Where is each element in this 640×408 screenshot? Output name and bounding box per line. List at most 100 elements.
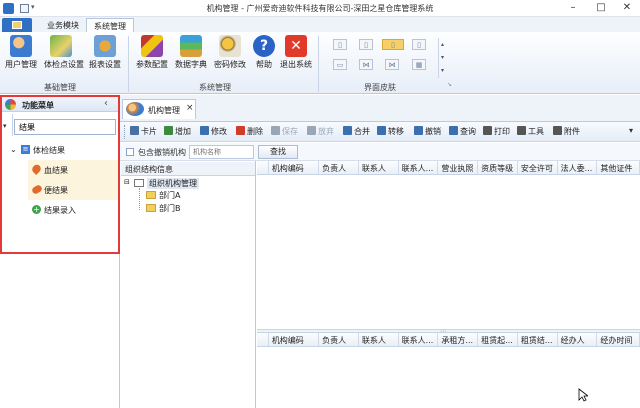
column-header[interactable]: 安全许可: [518, 161, 558, 174]
include-cancelled-label: 包含撤销机构: [138, 148, 186, 157]
tab-label: 机构管理: [148, 106, 180, 115]
skin-gallery: ▯ ▯ ▯ ▯ ▭ ⋈ ⋈ ▦: [325, 37, 435, 79]
column-header[interactable]: 经办时间: [597, 333, 640, 346]
toolbar-merge-button[interactable]: 合并: [343, 126, 370, 138]
mouse-cursor-icon: [578, 388, 588, 402]
tree-collapse-icon[interactable]: ⊟: [124, 178, 130, 186]
help-button[interactable]: ? 帮助: [247, 35, 281, 70]
column-header[interactable]: 其他证件: [597, 161, 640, 174]
skin-office-icon[interactable]: ▯: [359, 39, 373, 50]
tab-business-module[interactable]: 业务模块: [40, 18, 86, 32]
grid-header: 机构编码 负责人 联系人 联系人... 营业执照 资质等级 安全许可 法人委... 其他证件: [257, 161, 640, 175]
user-management-button[interactable]: 用户管理: [4, 35, 38, 70]
skin-vs-icon[interactable]: ⋈: [385, 59, 399, 70]
toolbar-transfer-button[interactable]: 转移: [377, 126, 404, 138]
skin-office-icon[interactable]: ▯: [333, 39, 347, 50]
column-header[interactable]: 机构编码: [269, 161, 320, 174]
toolbar-print-button[interactable]: 打印: [483, 126, 510, 138]
document-tab-strip: [120, 95, 640, 122]
toolbar-tools-button[interactable]: 工具: [517, 126, 544, 138]
column-header[interactable]: 负责人: [319, 161, 359, 174]
add-icon: [164, 126, 173, 135]
column-header[interactable]: 租赁结...: [518, 333, 558, 346]
map-icon: [50, 35, 72, 57]
column-header[interactable]: 联系人: [359, 161, 399, 174]
toolbar-label: 增加: [175, 127, 191, 136]
search-button[interactable]: 查找: [258, 145, 298, 159]
org-name-input[interactable]: [189, 145, 254, 159]
print-icon: [483, 126, 492, 135]
tree-line: [139, 188, 140, 210]
column-header[interactable]: 联系人: [359, 333, 399, 346]
highlight-annotation-box: [0, 95, 120, 254]
column-header[interactable]: 联系人...: [399, 161, 439, 174]
button-label: 参数配置: [136, 60, 168, 69]
toolbar-add-button[interactable]: 增加: [164, 126, 191, 138]
toolbar-edit-button[interactable]: 修改: [200, 126, 227, 138]
row-indicator-header: [257, 333, 269, 346]
quick-access-icon[interactable]: [20, 4, 29, 13]
button-label: 数据字典: [175, 60, 207, 69]
column-header[interactable]: 经办人: [558, 333, 598, 346]
window-title: 机构管理 - 广州爱奇迪软件科技有限公司-深田之星仓库管理系统: [206, 4, 434, 13]
column-header[interactable]: 营业执照: [438, 161, 479, 174]
toolbar-label: 附件: [564, 127, 580, 136]
report-settings-button[interactable]: 报表设置: [88, 35, 122, 70]
checkpoint-settings-button[interactable]: 体检点设置: [44, 35, 84, 70]
group-separator: [318, 36, 319, 92]
toolbar-delete-button[interactable]: 删除: [236, 126, 263, 138]
column-header[interactable]: 负责人: [319, 333, 359, 346]
books-icon: [180, 35, 202, 57]
column-header[interactable]: 法人委...: [558, 161, 598, 174]
parameter-config-button[interactable]: 参数配置: [135, 35, 169, 70]
close-button[interactable]: ✕: [614, 1, 640, 15]
skin-visual-icon[interactable]: ▭: [333, 59, 347, 70]
include-cancelled-checkbox[interactable]: [126, 148, 134, 156]
close-tab-icon[interactable]: ×: [186, 103, 194, 113]
button-label: 用户管理: [5, 60, 37, 69]
column-header[interactable]: 资质等级: [478, 161, 518, 174]
tools-icon: [517, 126, 526, 135]
column-header[interactable]: 联系人...: [399, 333, 439, 346]
quick-access-dropdown-icon[interactable]: ▾: [31, 3, 35, 11]
maximize-button[interactable]: □: [588, 1, 614, 15]
toolbar-overflow-icon[interactable]: ▾: [629, 126, 633, 135]
exit-system-button[interactable]: ✕ 退出系统: [279, 35, 313, 70]
group-launcher-icon[interactable]: ↘: [447, 81, 455, 88]
app-icon: [12, 21, 22, 29]
toolbar-save-button[interactable]: 保存: [271, 126, 298, 138]
minimize-button[interactable]: –: [560, 1, 586, 15]
key-icon: [219, 35, 241, 57]
tab-system-management[interactable]: 系统管理: [86, 18, 134, 32]
column-header[interactable]: 机构编码: [269, 333, 320, 346]
skin-vs-icon[interactable]: ⋈: [359, 59, 373, 70]
toolbar-revoke-button[interactable]: 撤销: [414, 126, 441, 138]
folder-icon: [146, 191, 156, 199]
org-grid[interactable]: 机构编码 负责人 联系人 联系人... 营业执照 资质等级 安全许可 法人委... 其他证件: [257, 161, 640, 329]
skin-gallery-scroll[interactable]: ▴ ▾ ▾: [438, 38, 446, 78]
toolbar-attachment-button[interactable]: 附件: [553, 126, 580, 138]
app-menu-icon[interactable]: [3, 3, 14, 14]
toolbar-cancel-button[interactable]: 放弃: [307, 126, 334, 138]
grid-header: 机构编码 负责人 联系人 联系人... 承租方... 租赁起... 租赁结... 经办人 经办时…: [257, 333, 640, 347]
toolbar-query-button[interactable]: 查询: [449, 126, 476, 138]
tree-item-org-root[interactable]: 组织机构管理: [147, 178, 199, 189]
report-icon: [94, 35, 116, 57]
data-dictionary-button[interactable]: 数据字典: [174, 35, 208, 70]
card-icon: [130, 126, 139, 135]
column-header[interactable]: 承租方...: [438, 333, 479, 346]
tree-item-dept-a[interactable]: 部门A: [159, 190, 180, 201]
toolbar-card-button[interactable]: 卡片: [130, 126, 157, 138]
toolbar-grip: [124, 125, 126, 139]
toolbar-label: 卡片: [141, 127, 157, 136]
skin-office-icon[interactable]: ▯: [412, 39, 426, 50]
password-change-button[interactable]: 密码修改: [213, 35, 247, 70]
skin-windows-icon[interactable]: ▦: [412, 59, 426, 70]
toolbar-label: 删除: [247, 127, 263, 136]
skin-selected-icon[interactable]: ▯: [382, 39, 404, 50]
toolbar-label: 撤销: [425, 127, 441, 136]
tree-item-dept-b[interactable]: 部门B: [159, 203, 181, 214]
column-header[interactable]: 租赁起...: [478, 333, 518, 346]
application-button[interactable]: [2, 18, 32, 32]
users-icon: [10, 35, 32, 57]
